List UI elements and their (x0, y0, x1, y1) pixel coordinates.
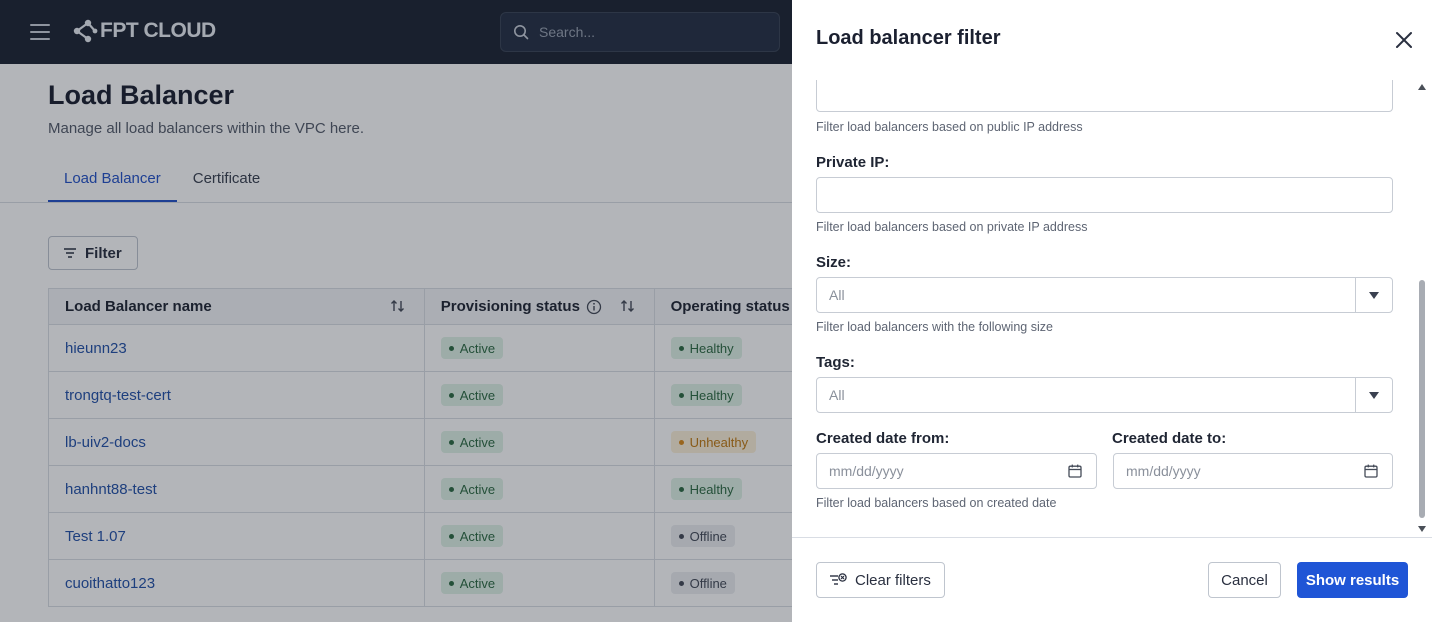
chevron-down-icon[interactable] (1355, 378, 1392, 412)
created-to-date-input[interactable]: mm/dd/yyyy (1113, 453, 1393, 489)
created-from-placeholder: mm/dd/yyyy (829, 463, 904, 479)
close-icon (1396, 32, 1412, 48)
size-help: Filter load balancers with the following… (816, 320, 1053, 334)
created-from-label: Created date from: (816, 430, 950, 447)
tags-select-value: All (829, 387, 845, 403)
tags-select[interactable]: All (816, 377, 1393, 413)
created-to-placeholder: mm/dd/yyyy (1126, 463, 1201, 479)
scrollbar-thumb[interactable] (1419, 280, 1425, 518)
clear-filter-icon (830, 573, 847, 585)
public-ip-help: Filter load balancers based on public IP… (816, 120, 1083, 134)
chevron-down-icon[interactable] (1355, 278, 1392, 312)
size-label: Size: (816, 254, 852, 271)
show-results-button[interactable]: Show results (1297, 562, 1408, 598)
drawer-scrollbar[interactable] (1416, 80, 1428, 536)
calendar-icon[interactable] (1364, 464, 1378, 478)
private-ip-input[interactable] (816, 177, 1393, 213)
clear-filters-button[interactable]: Clear filters (816, 562, 945, 598)
scroll-down-arrow-icon[interactable] (1418, 526, 1426, 532)
private-ip-help: Filter load balancers based on private I… (816, 220, 1088, 234)
tags-label: Tags: (816, 354, 855, 371)
cancel-button[interactable]: Cancel (1208, 562, 1281, 598)
drawer-title: Load balancer filter (816, 27, 1001, 49)
scroll-up-arrow-icon[interactable] (1418, 84, 1426, 90)
clear-filters-label: Clear filters (855, 571, 931, 589)
private-ip-label: Private IP: (816, 154, 890, 171)
size-select-value: All (829, 287, 845, 303)
close-button[interactable] (1392, 28, 1416, 52)
drawer-body: Filter load balancers based on public IP… (792, 80, 1432, 536)
created-to-label: Created date to: (1112, 430, 1227, 447)
size-select[interactable]: All (816, 277, 1393, 313)
calendar-icon[interactable] (1068, 464, 1082, 478)
footer-divider (792, 537, 1432, 538)
public-ip-input[interactable] (816, 80, 1393, 112)
created-from-date-input[interactable]: mm/dd/yyyy (816, 453, 1097, 489)
created-date-help: Filter load balancers based on created d… (816, 496, 1057, 510)
filter-drawer: Load balancer filter Filter load balance… (792, 0, 1432, 622)
